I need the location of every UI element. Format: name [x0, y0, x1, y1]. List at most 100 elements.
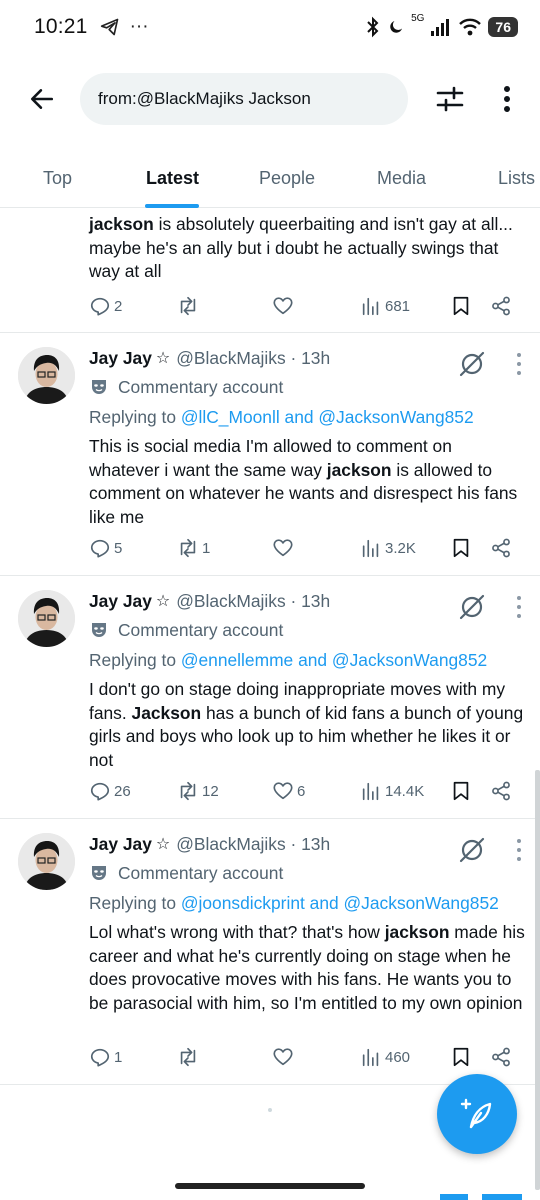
tweet[interactable]: Jay Jay ☆ @BlackMajiks · 13h Commentary … — [0, 333, 540, 576]
bottom-nav-fragment — [440, 1194, 468, 1200]
telegram-icon — [100, 18, 118, 36]
like-button[interactable]: 6 — [272, 776, 305, 806]
more-notifications-icon: ··· — [129, 16, 149, 37]
bookmark-button[interactable] — [450, 1042, 472, 1072]
retweet-button[interactable]: 1 — [177, 533, 210, 563]
views-button[interactable]: 14.4K — [360, 776, 424, 806]
avatar[interactable] — [18, 590, 75, 647]
mention-link[interactable]: @llC_Moonll — [181, 407, 280, 427]
views-icon — [362, 297, 379, 316]
heart-icon — [273, 1048, 293, 1066]
replying-to: Replying to @joonsdickprint and @Jackson… — [89, 893, 499, 913]
search-input[interactable]: from:@BlackMajiks Jackson — [80, 73, 408, 125]
author-name[interactable]: Jay Jay — [89, 348, 152, 369]
tweet-more-icon[interactable] — [516, 353, 522, 375]
account-label: Commentary account — [89, 618, 526, 642]
tweet-more-icon[interactable] — [516, 596, 522, 618]
account-label-text: Commentary account — [118, 862, 284, 883]
views-button[interactable]: 460 — [360, 1042, 410, 1072]
avatar-image — [18, 347, 75, 404]
mention-link[interactable]: @JacksonWang852 — [332, 650, 487, 670]
reply-icon — [90, 539, 110, 558]
like-button[interactable] — [272, 291, 297, 321]
bookmark-icon — [453, 1047, 469, 1067]
tab-lists[interactable]: Lists — [498, 148, 535, 208]
grok-icon[interactable] — [458, 836, 486, 864]
tweet-actions: 1 460 — [89, 1042, 526, 1072]
bookmark-button[interactable] — [450, 776, 472, 806]
share-icon — [492, 538, 510, 558]
back-button[interactable] — [20, 77, 64, 121]
mention-link[interactable]: @JacksonWang852 — [344, 893, 499, 913]
heart-icon — [273, 297, 293, 315]
like-button[interactable] — [272, 533, 297, 563]
tab-top[interactable]: Top — [43, 148, 72, 208]
avatar[interactable] — [18, 833, 75, 890]
status-bar: 10:21 ··· 5G 76 — [0, 0, 540, 54]
retweet-button[interactable] — [177, 1042, 202, 1072]
like-button[interactable] — [272, 1042, 297, 1072]
grok-icon[interactable] — [458, 350, 486, 378]
tweet-actions: 26 12 6 14.4K — [89, 776, 526, 806]
reply-count: 1 — [114, 1048, 123, 1066]
status-left-icons: ··· — [100, 16, 149, 38]
avatar[interactable] — [18, 347, 75, 404]
reply-button[interactable]: 2 — [89, 291, 122, 321]
share-button[interactable] — [490, 533, 512, 563]
search-filter-button[interactable] — [428, 77, 472, 121]
replying-to: Replying to @llC_Moonll and @JacksonWang… — [89, 407, 474, 427]
tweet-text: This is social media I'm allowed to comm… — [89, 436, 518, 527]
view-count: 3.2K — [385, 539, 416, 557]
author-name[interactable]: Jay Jay — [89, 834, 152, 855]
reply-button[interactable]: 26 — [89, 776, 131, 806]
bookmark-button[interactable] — [450, 533, 472, 563]
author-handle-time: @BlackMajiks · 13h — [176, 833, 331, 854]
mention-link[interactable]: @JacksonWang852 — [318, 407, 473, 427]
retweet-count: 12 — [202, 782, 219, 800]
active-tab-indicator — [145, 204, 199, 208]
mask-icon — [92, 623, 106, 637]
bottom-nav-fragment — [482, 1194, 522, 1200]
share-button[interactable] — [490, 776, 512, 806]
retweet-button[interactable] — [177, 291, 202, 321]
author-name[interactable]: Jay Jay — [89, 591, 152, 612]
star-icon: ☆ — [155, 350, 171, 367]
reply-icon — [90, 782, 110, 801]
tab-media[interactable]: Media — [377, 148, 426, 208]
tweet[interactable]: Jay Jay ☆ @BlackMajiks · 13h Commentary … — [0, 576, 540, 819]
account-label: Commentary account — [89, 375, 526, 399]
grok-icon[interactable] — [458, 593, 486, 621]
heart-icon — [273, 539, 293, 557]
status-time: 10:21 — [34, 15, 88, 38]
reply-button[interactable]: 5 — [89, 533, 122, 563]
retweet-icon — [180, 538, 196, 558]
mention-link[interactable]: @ennellemme — [181, 650, 293, 670]
search-query-text: from:@BlackMajiks Jackson — [98, 89, 311, 108]
tab-people[interactable]: People — [259, 148, 315, 208]
views-icon — [362, 539, 379, 558]
home-indicator[interactable] — [175, 1183, 365, 1189]
tweet[interactable]: Jay Jay ☆ @BlackMajiks · 13h Commentary … — [0, 819, 540, 1085]
tweet[interactable]: jackson is absolutely queerbaiting and i… — [0, 209, 540, 333]
retweet-button[interactable]: 12 — [177, 776, 219, 806]
reply-button[interactable]: 1 — [89, 1042, 122, 1072]
views-button[interactable]: 681 — [360, 291, 410, 321]
view-count: 460 — [385, 1048, 411, 1066]
bookmark-button[interactable] — [450, 291, 472, 321]
vertical-dots-icon — [504, 86, 510, 112]
retweet-icon — [180, 781, 196, 801]
tab-latest[interactable]: Latest — [146, 148, 199, 208]
compose-post-button[interactable] — [437, 1074, 517, 1154]
tweet-more-icon[interactable] — [516, 839, 522, 861]
share-button[interactable] — [490, 291, 512, 321]
compose-feather-icon — [460, 1098, 492, 1129]
wifi-icon — [459, 18, 482, 36]
tweet-top-actions — [458, 836, 522, 864]
overflow-menu-button[interactable] — [492, 77, 522, 121]
mention-link[interactable]: @joonsdickprint — [181, 893, 305, 913]
tweet-actions: 2 681 — [89, 291, 526, 321]
views-button[interactable]: 3.2K — [360, 533, 416, 563]
scrollbar[interactable] — [535, 770, 540, 1190]
author-handle-time: @BlackMajiks · 13h — [176, 590, 331, 611]
share-button[interactable] — [490, 1042, 512, 1072]
